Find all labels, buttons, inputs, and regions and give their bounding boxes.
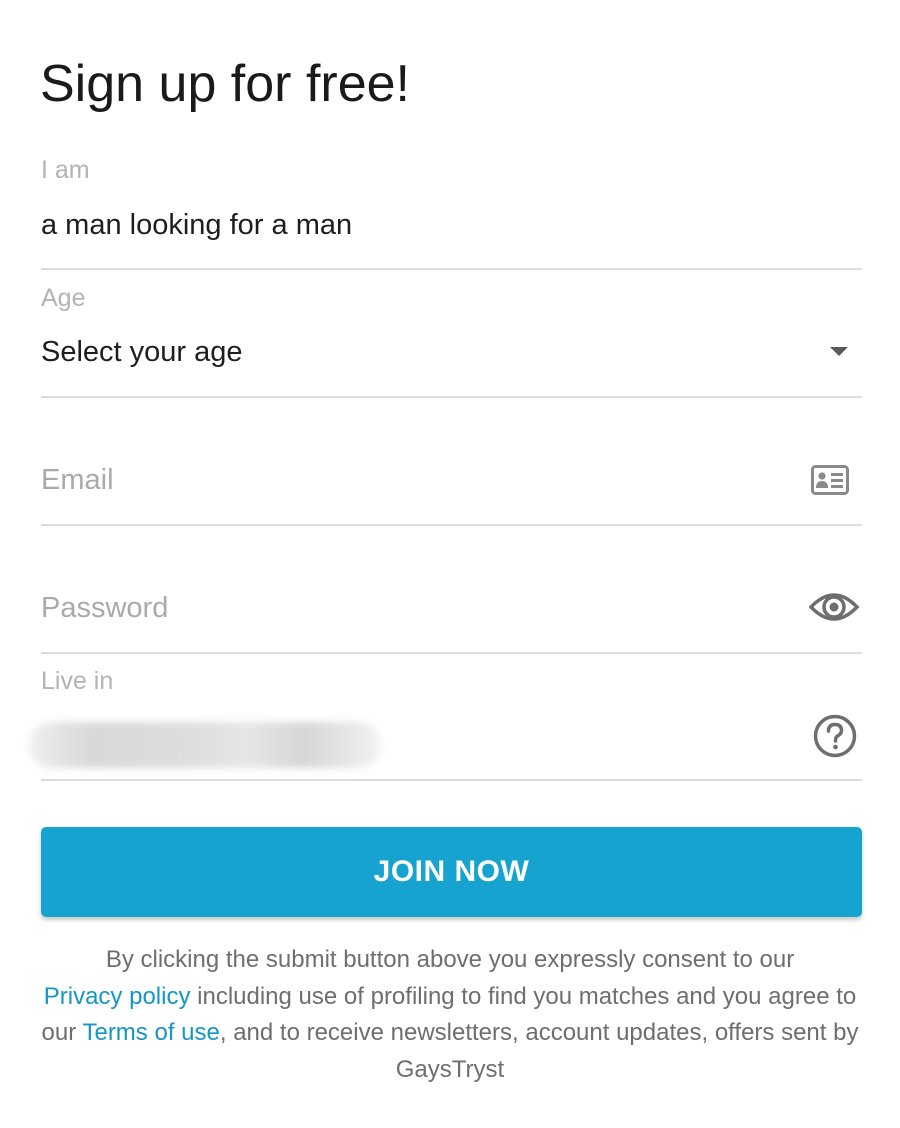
location-value-redacted[interactable] <box>29 722 381 768</box>
contact-card-icon <box>810 463 850 497</box>
consent-text-part1: By clicking the submit button above you … <box>105 946 795 973</box>
age-select[interactable]: Age Select your age <box>41 283 862 398</box>
gender-preference-label: I am <box>41 156 90 184</box>
gender-preference-value[interactable]: a man looking for a man <box>41 207 352 243</box>
join-now-button[interactable]: JOIN NOW <box>41 827 862 917</box>
consent-text: By clicking the submit button above you … <box>40 942 860 1088</box>
password-input[interactable]: Password <box>41 590 168 626</box>
age-label: Age <box>41 284 86 312</box>
email-input[interactable]: Email <box>41 462 114 498</box>
age-value[interactable]: Select your age <box>41 334 243 370</box>
email-field[interactable]: Email <box>41 411 862 526</box>
gender-preference-field[interactable]: I am a man looking for a man <box>41 155 862 270</box>
terms-of-use-link[interactable]: Terms of use <box>82 1019 219 1046</box>
location-label: Live in <box>41 667 114 695</box>
consent-text-part3: , and to receive newsletters, account up… <box>219 1019 859 1083</box>
location-field[interactable]: Live in <box>29 666 862 781</box>
password-field[interactable]: Password <box>41 539 862 654</box>
privacy-policy-link[interactable]: Privacy policy <box>44 983 191 1010</box>
help-circle-icon[interactable] <box>811 714 859 758</box>
page-title: Sign up for free! <box>40 55 410 113</box>
eye-icon[interactable] <box>808 587 860 627</box>
caret-down-icon[interactable] <box>824 340 854 364</box>
